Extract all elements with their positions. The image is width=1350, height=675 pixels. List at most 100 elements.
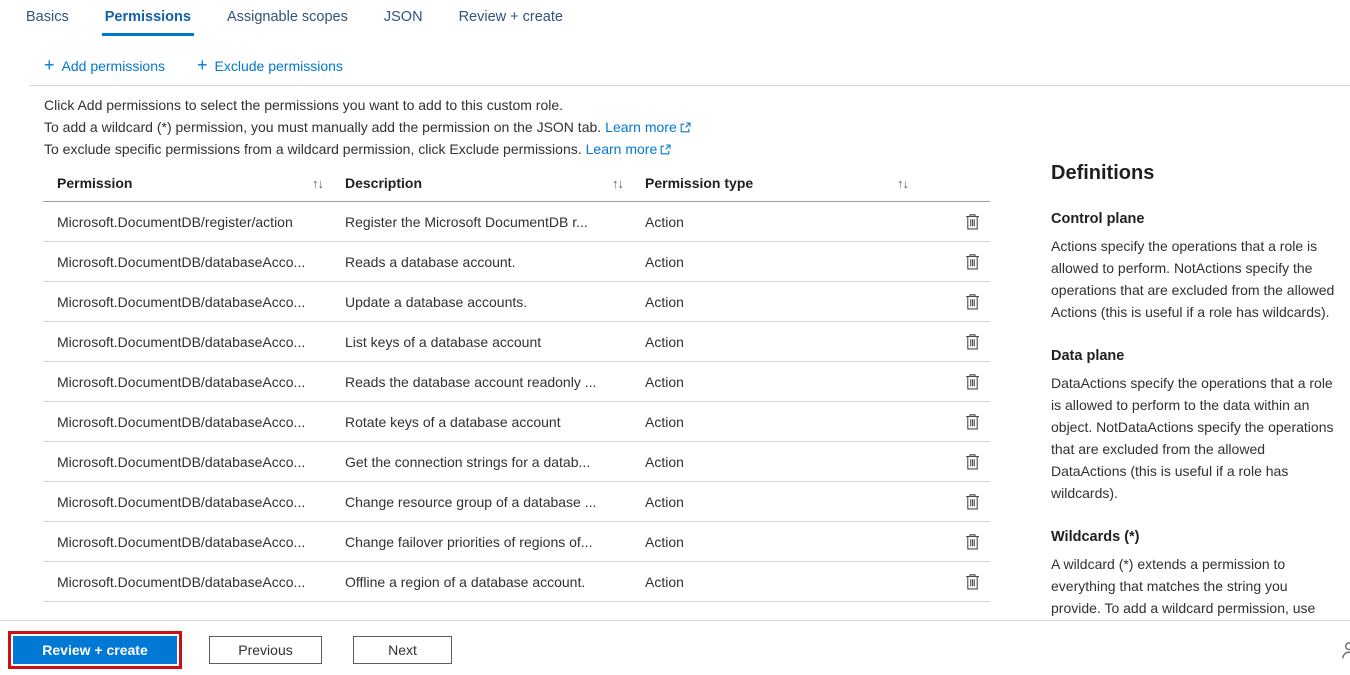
instructions-text: Click Add permissions to select the perm… — [44, 94, 691, 160]
cell-description: List keys of a database account — [345, 334, 645, 350]
definition-text-line: is allowed to perform to the data within… — [1051, 394, 1350, 416]
wizard-tab-bar: Basics Permissions Assignable scopes JSO… — [23, 9, 566, 36]
cell-permission-type: Action — [645, 334, 930, 350]
delete-permission-button[interactable] — [963, 411, 982, 432]
definition-text-line: DataActions (this is useful if a role ha… — [1051, 460, 1350, 482]
add-permissions-button[interactable]: + Add permissions — [44, 57, 165, 75]
cell-description: Get the connection strings for a datab..… — [345, 454, 645, 470]
table-row: Microsoft.DocumentDB/databaseAcco... Cha… — [43, 522, 990, 562]
tab-json[interactable]: JSON — [381, 9, 426, 36]
cell-description: Offline a region of a database account. — [345, 574, 645, 590]
trash-icon — [965, 493, 980, 510]
trash-icon — [965, 453, 980, 470]
tab-basics[interactable]: Basics — [23, 9, 72, 36]
table-row: Microsoft.DocumentDB/databaseAcco... Get… — [43, 442, 990, 482]
permissions-table: Permission ↑↓ Description ↑↓ Permission … — [43, 165, 990, 602]
cell-permission-type: Action — [645, 574, 930, 590]
tab-review-create[interactable]: Review + create — [456, 9, 566, 36]
cell-description: Reads a database account. — [345, 254, 645, 270]
cell-description: Rotate keys of a database account — [345, 414, 645, 430]
toolbar-divider — [30, 85, 1350, 86]
tab-permissions[interactable]: Permissions — [102, 9, 194, 36]
definitions-panel: Definitions Control plane Actions specif… — [1051, 162, 1350, 644]
instruction-text: Click Add permissions to select the perm… — [44, 97, 563, 113]
learn-more-link[interactable]: Learn more — [605, 119, 691, 135]
definition-text-line: wildcards). — [1051, 482, 1350, 504]
definition-text-line: Actions (this is useful if a role has wi… — [1051, 301, 1350, 323]
delete-permission-button[interactable] — [963, 331, 982, 352]
definition-section-control-plane: Control plane Actions specify the operat… — [1051, 211, 1350, 323]
sort-icon[interactable]: ↑↓ — [612, 176, 623, 191]
table-row: Microsoft.DocumentDB/register/action Reg… — [43, 202, 990, 242]
cell-permission-type: Action — [645, 414, 930, 430]
table-header-row: Permission ↑↓ Description ↑↓ Permission … — [43, 165, 990, 202]
cell-permission: Microsoft.DocumentDB/databaseAcco... — [43, 494, 345, 510]
learn-more-label: Learn more — [605, 119, 677, 135]
definition-text-line: provide. To add a wildcard permission, u… — [1051, 597, 1350, 619]
table-row: Microsoft.DocumentDB/databaseAcco... Lis… — [43, 322, 990, 362]
trash-icon — [965, 373, 980, 390]
learn-more-link[interactable]: Learn more — [586, 141, 672, 157]
definition-section-wildcards: Wildcards (*) A wildcard (*) extends a p… — [1051, 529, 1350, 619]
feedback-person-icon[interactable] — [1340, 641, 1350, 660]
cell-permission: Microsoft.DocumentDB/databaseAcco... — [43, 334, 345, 350]
exclude-permissions-button[interactable]: + Exclude permissions — [197, 57, 343, 75]
tab-assignable-scopes[interactable]: Assignable scopes — [224, 9, 351, 36]
cell-permission: Microsoft.DocumentDB/databaseAcco... — [43, 294, 345, 310]
cell-permission-type: Action — [645, 454, 930, 470]
previous-button[interactable]: Previous — [209, 636, 322, 664]
next-button[interactable]: Next — [353, 636, 452, 664]
delete-permission-button[interactable] — [963, 211, 982, 232]
table-row: Microsoft.DocumentDB/databaseAcco... Upd… — [43, 282, 990, 322]
table-row: Microsoft.DocumentDB/databaseAcco... Cha… — [43, 482, 990, 522]
delete-permission-button[interactable] — [963, 291, 982, 312]
trash-icon — [965, 213, 980, 230]
instruction-line-2: To add a wildcard (*) permission, you mu… — [44, 116, 691, 138]
delete-permission-button[interactable] — [963, 251, 982, 272]
cell-permission-type: Action — [645, 374, 930, 390]
plus-icon: + — [197, 56, 208, 74]
trash-icon — [965, 253, 980, 270]
delete-permission-button[interactable] — [963, 371, 982, 392]
delete-permission-button[interactable] — [963, 571, 982, 592]
delete-permission-button[interactable] — [963, 451, 982, 472]
table-row: Microsoft.DocumentDB/databaseAcco... Rot… — [43, 402, 990, 442]
definition-text-line: object. NotDataActions specify the opera… — [1051, 416, 1350, 438]
cell-permission: Microsoft.DocumentDB/databaseAcco... — [43, 374, 345, 390]
cell-permission-type: Action — [645, 494, 930, 510]
cell-permission-type: Action — [645, 254, 930, 270]
column-header-permission-type[interactable]: Permission type — [645, 175, 753, 191]
cell-permission-type: Action — [645, 294, 930, 310]
trash-icon — [965, 293, 980, 310]
column-header-description[interactable]: Description — [345, 175, 422, 191]
table-row: Microsoft.DocumentDB/databaseAcco... Rea… — [43, 242, 990, 282]
cell-permission-type: Action — [645, 534, 930, 550]
sort-icon[interactable]: ↑↓ — [312, 176, 323, 191]
permissions-toolbar: + Add permissions + Exclude permissions — [44, 57, 343, 75]
definition-text-line: operations that are excluded from the al… — [1051, 279, 1350, 301]
cell-description: Register the Microsoft DocumentDB r... — [345, 214, 645, 230]
external-link-icon — [660, 144, 671, 155]
footer-divider — [0, 620, 1350, 621]
trash-icon — [965, 413, 980, 430]
definitions-title: Definitions — [1051, 162, 1350, 185]
trash-icon — [965, 573, 980, 590]
definition-text-line: that are excluded from the allowed — [1051, 438, 1350, 460]
instruction-text: To add a wildcard (*) permission, you mu… — [44, 119, 601, 135]
trash-icon — [965, 333, 980, 350]
delete-permission-button[interactable] — [963, 531, 982, 552]
definition-heading: Wildcards (*) — [1051, 529, 1350, 545]
trash-icon — [965, 533, 980, 550]
definition-heading: Data plane — [1051, 348, 1350, 364]
instruction-text: To exclude specific permissions from a w… — [44, 141, 582, 157]
add-permissions-label: Add permissions — [62, 58, 166, 74]
cell-permission: Microsoft.DocumentDB/databaseAcco... — [43, 534, 345, 550]
cell-description: Change failover priorities of regions of… — [345, 534, 645, 550]
column-header-permission[interactable]: Permission — [57, 175, 132, 191]
definition-text-line: A wildcard (*) extends a permission to — [1051, 553, 1350, 575]
review-create-button[interactable]: Review + create — [13, 636, 177, 664]
sort-icon[interactable]: ↑↓ — [897, 176, 908, 191]
instruction-line-1: Click Add permissions to select the perm… — [44, 94, 691, 116]
delete-permission-button[interactable] — [963, 491, 982, 512]
definition-text-line: DataActions specify the operations that … — [1051, 372, 1350, 394]
